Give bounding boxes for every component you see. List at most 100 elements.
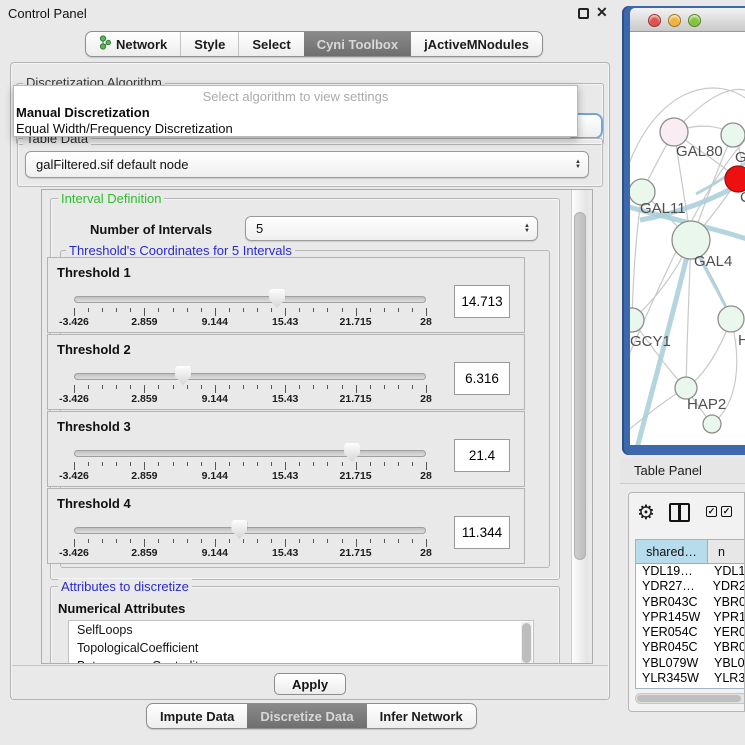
threshold-row: Threshold 3-3.4262.8599.14415.4321.71528… — [47, 411, 525, 487]
table-row[interactable]: YDR27…YDR2 — [636, 579, 745, 594]
cell-shared-name[interactable]: YIL053C — [636, 686, 708, 689]
column-header-name[interactable]: n — [708, 540, 745, 563]
column-header-shared[interactable]: shared… — [636, 540, 708, 563]
attributes-group-title: Attributes to discretize — [58, 579, 192, 594]
network-node[interactable] — [630, 308, 644, 332]
close-icon[interactable]: ✕ — [596, 4, 608, 21]
table-row[interactable]: YLR345WYLR3 — [636, 671, 745, 686]
algorithm-option-equal-width[interactable]: Equal Width/Frequency Discretization — [16, 121, 233, 136]
cell-shared-name[interactable]: YPR145W — [636, 610, 707, 625]
table-data-combobox[interactable]: galFiltered.sif default node ▲▼ — [25, 151, 589, 178]
cell-shared-name[interactable]: YDR27… — [636, 579, 707, 594]
cell-shared-name[interactable]: YBR045C — [636, 640, 707, 655]
cell-name[interactable]: YIL0 — [708, 686, 745, 689]
tab-label: Network — [116, 37, 167, 52]
node-table[interactable]: shared… n YDL19…YDL1YDR27…YDR2YBR043CYBR… — [635, 539, 745, 689]
table-row[interactable]: YBR043CYBR0 — [636, 595, 745, 610]
gear-icon[interactable]: ⚙ — [637, 500, 655, 525]
tab-select[interactable]: Select — [238, 32, 303, 56]
slider-ruler — [74, 539, 426, 547]
network-node[interactable] — [703, 415, 721, 433]
slider-tick-labels: -3.4262.8599.14415.4321.71528 — [74, 316, 426, 329]
apply-button[interactable]: Apply — [274, 673, 346, 695]
threshold-slider-track[interactable] — [74, 296, 426, 303]
cell-name[interactable]: YDR2 — [707, 579, 745, 594]
network-node[interactable] — [718, 306, 744, 332]
number-of-intervals-value: 5 — [256, 221, 263, 236]
tab-infer-network[interactable]: Infer Network — [367, 704, 476, 728]
cell-shared-name[interactable]: YER054C — [636, 625, 707, 640]
checkbox-icon[interactable]: ✓ — [721, 506, 732, 517]
table-row[interactable]: YIL053CYIL0 — [636, 686, 745, 689]
cell-shared-name[interactable]: YBR043C — [636, 595, 707, 610]
network-node-label: C — [740, 189, 745, 206]
threshold-label: Threshold 2 — [57, 342, 131, 357]
network-node[interactable] — [660, 118, 688, 146]
attribute-item[interactable]: TopologicalCoefficient — [69, 639, 533, 657]
threshold-value-field[interactable]: 6.316 — [454, 362, 510, 395]
table-row[interactable]: YPR145WYPR1 — [636, 610, 745, 625]
threshold-slider-track[interactable] — [74, 527, 426, 534]
table-header-row: shared… n — [636, 540, 745, 564]
bottom-tab-bar: Impute DataDiscretize Data Infer Network — [146, 703, 477, 729]
screen: Control Panel ✕ NetworkStyleSelectCyni T… — [0, 0, 745, 745]
cell-name[interactable]: YLR3 — [708, 671, 745, 686]
network-node-label: HAP2 — [687, 396, 726, 413]
attributes-list-scrollbar[interactable] — [521, 622, 532, 664]
tab-impute-data[interactable]: Impute Data — [147, 704, 247, 728]
table-row[interactable]: YER054CYER0 — [636, 625, 745, 640]
minimize-traffic-light-icon[interactable] — [668, 14, 681, 27]
table-row[interactable]: YBR045CYBR0 — [636, 640, 745, 655]
attribute-item[interactable]: SelfLoops — [69, 621, 533, 639]
tab-label: Infer Network — [380, 709, 463, 724]
threshold-slider-thumb[interactable] — [269, 289, 285, 308]
cell-name[interactable]: YBR0 — [707, 595, 745, 610]
network-window: GAL80GCGAL11GAL4GCY1HHAP2 — [622, 6, 745, 455]
cell-shared-name[interactable]: YLR345W — [636, 671, 708, 686]
table-row[interactable]: YBL079WYBL0 — [636, 656, 745, 671]
number-of-intervals-row: Number of Intervals 5 ▲▼ — [60, 216, 550, 244]
tab-style[interactable]: Style — [180, 32, 238, 56]
cell-name[interactable]: YDL1 — [708, 564, 745, 579]
threshold-slider-thumb[interactable] — [175, 366, 191, 385]
network-node[interactable] — [721, 123, 745, 147]
checkbox-icon[interactable]: ✓ — [706, 506, 717, 517]
zoom-traffic-light-icon[interactable] — [688, 14, 701, 27]
split-columns-icon[interactable] — [669, 503, 690, 522]
cell-name[interactable]: YBR0 — [707, 640, 745, 655]
network-node-label: G — [735, 149, 745, 166]
cell-name[interactable]: YPR1 — [707, 610, 745, 625]
threshold-slider-thumb[interactable] — [231, 520, 247, 539]
top-tab-bar: Network StyleSelectCyni ToolboxjActiveMNo… — [85, 31, 543, 57]
network-window-titlebar[interactable] — [630, 8, 745, 32]
tab-network[interactable]: Network — [86, 32, 180, 56]
tab-discretize-data[interactable]: Discretize Data — [247, 704, 366, 728]
number-of-intervals-combobox[interactable]: 5 ▲▼ — [245, 216, 538, 241]
threshold-slider-track[interactable] — [74, 373, 426, 380]
table-row[interactable]: YDL19…YDL1 — [636, 564, 745, 579]
tab-cyni-toolbox[interactable]: Cyni Toolbox — [304, 32, 411, 56]
table-panel-titlebar: Table Panel — [620, 458, 745, 484]
attribute-item[interactable]: BetweennessCentrality — [69, 657, 533, 664]
thresholds-group-title: Threshold's Coordinates for 5 Intervals — [66, 243, 295, 258]
network-graph[interactable]: GAL80GCGAL11GAL4GCY1HHAP2 — [630, 32, 745, 445]
cell-shared-name[interactable]: YDL19… — [636, 564, 708, 579]
network-canvas[interactable]: GAL80GCGAL11GAL4GCY1HHAP2 — [630, 32, 745, 445]
algorithm-option-manual[interactable]: Manual Discretization — [16, 105, 150, 120]
threshold-label: Threshold 1 — [57, 265, 131, 280]
cell-name[interactable]: YBL0 — [708, 656, 745, 671]
threshold-slider-track[interactable] — [74, 450, 426, 457]
cell-name[interactable]: YER0 — [707, 625, 745, 640]
threshold-value-field[interactable]: 11.344 — [454, 516, 510, 549]
settings-scroll-panel: Interval Definition Number of Intervals … — [41, 189, 593, 664]
settings-vertical-scrollbar[interactable] — [571, 190, 588, 663]
threshold-slider-thumb[interactable] — [344, 443, 360, 462]
float-window-icon[interactable] — [578, 8, 589, 19]
numerical-attributes-list[interactable]: SelfLoopsTopologicalCoefficientBetweenne… — [68, 620, 534, 664]
table-horizontal-scrollbar[interactable] — [635, 693, 745, 704]
cell-shared-name[interactable]: YBL079W — [636, 656, 708, 671]
tab-jactivemnodules[interactable]: jActiveMNodules — [411, 32, 542, 56]
threshold-value-field[interactable]: 14.713 — [454, 285, 510, 318]
close-traffic-light-icon[interactable] — [648, 14, 661, 27]
threshold-value-field[interactable]: 21.4 — [454, 439, 510, 472]
